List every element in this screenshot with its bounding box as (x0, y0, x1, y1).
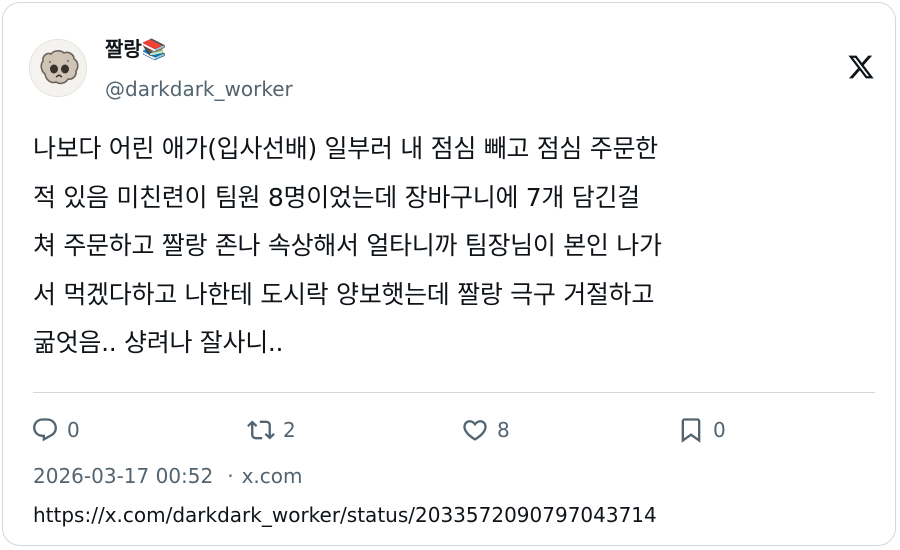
avatar[interactable] (29, 39, 87, 97)
retweet-button[interactable]: 2 (247, 413, 296, 447)
tweet-text-line: 쳐 주문하고 짤랑 존나 속상해서 얼타니까 팀장님이 본인 나가 (33, 231, 662, 260)
meta-separator: · (227, 464, 234, 488)
bookmark-count: 0 (713, 418, 726, 442)
tweet-card: 짤랑📚 @darkdark_worker 나보다 어린 애가(입사선배) 일부러… (2, 2, 896, 546)
reply-button[interactable]: 0 (31, 413, 80, 447)
skull-character-avatar-icon (30, 40, 86, 96)
retweet-icon (247, 420, 275, 440)
divider (33, 392, 875, 393)
like-button[interactable]: 8 (461, 413, 510, 447)
like-count: 8 (497, 418, 510, 442)
tweet-meta: 2026-03-17 00:52 · x.com (33, 461, 303, 491)
author-display-name[interactable]: 짤랑📚 (105, 35, 167, 63)
heart-icon (463, 420, 487, 441)
tweet-text-line: 나보다 어린 애가(입사선배) 일부러 내 점심 빼고 점심 주문한 (33, 134, 658, 163)
tweet-url[interactable]: https://x.com/darkdark_worker/status/203… (33, 500, 657, 530)
reply-count: 0 (67, 418, 80, 442)
tweet-text-line: 적 있음 미친련이 팀원 8명이었는데 장바구니에 7개 담긴걸 (33, 182, 640, 212)
tweet-text-line: 서 먹겠다하고 나한테 도시락 양보햇는데 짤랑 극구 거절하고 (33, 279, 655, 309)
bookmark-button[interactable]: 0 (677, 413, 726, 447)
author-handle[interactable]: @darkdark_worker (105, 75, 293, 103)
reply-bubble-icon (33, 418, 57, 442)
x-logo-icon[interactable] (847, 53, 875, 81)
retweet-count: 2 (283, 418, 296, 442)
tweet-text-line: 굶엇음.. 샹려나 잘사니.. (33, 328, 284, 357)
timestamp[interactable]: 2026-03-17 00:52 (33, 464, 213, 488)
tweet-text: 나보다 어린 애가(입사선배) 일부러 내 점심 빼고 점심 주문한 적 있음 … (33, 125, 878, 368)
bookmark-icon (681, 418, 701, 443)
source-link[interactable]: x.com (242, 464, 303, 488)
